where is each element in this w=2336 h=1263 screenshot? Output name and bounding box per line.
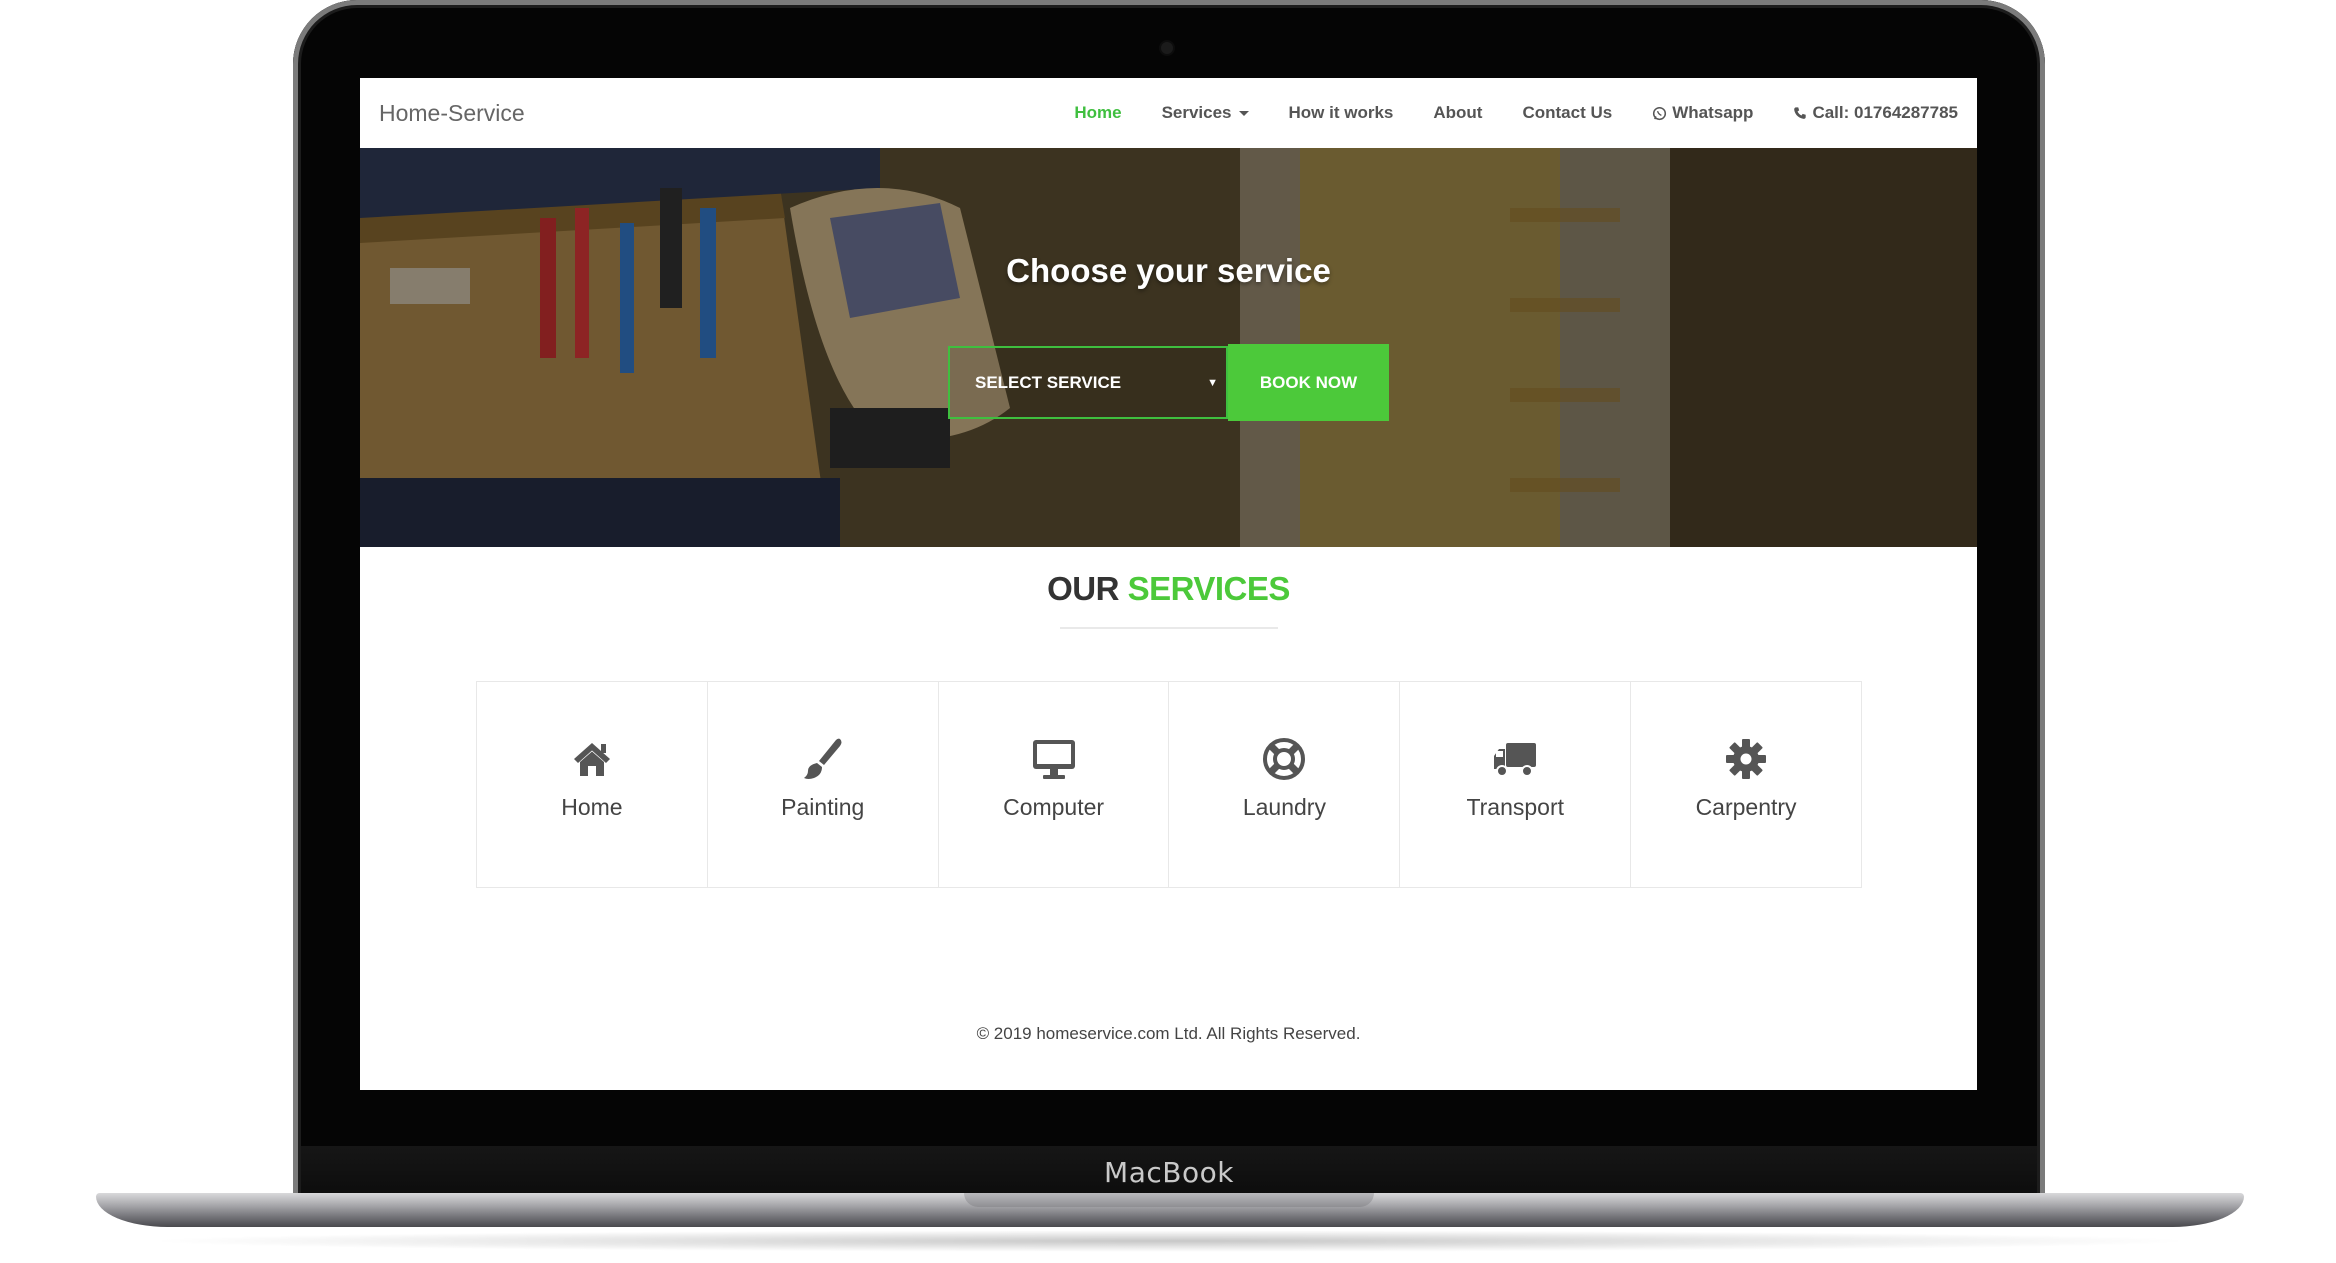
phone-icon: [1793, 106, 1807, 120]
service-label: Carpentry: [1695, 794, 1797, 820]
whatsapp-icon: [1652, 106, 1667, 121]
home-icon: [572, 736, 612, 782]
service-label: Laundry: [1242, 794, 1326, 820]
nav-link-label: About: [1433, 103, 1483, 122]
service-card-painting[interactable]: Painting: [708, 682, 939, 887]
book-now-button[interactable]: BOOK NOW: [1228, 344, 1389, 421]
service-card-home[interactable]: Home: [477, 682, 708, 887]
caret-down-icon: [1238, 110, 1249, 116]
nav-link-how-it-works[interactable]: How it works: [1289, 78, 1394, 148]
site-logo[interactable]: Home-Service: [379, 78, 525, 148]
nav-link-home[interactable]: Home: [1074, 78, 1121, 148]
nav-link-label: Services: [1161, 103, 1232, 122]
laptop-brand-label: MacBook: [1104, 1156, 1234, 1189]
service-select[interactable]: SELECT SERVICE ▼: [948, 346, 1228, 419]
service-label: Transport: [1466, 794, 1565, 820]
hero-banner: Choose your service SELECT SERVICE ▼ BOO…: [360, 148, 1977, 547]
caret-down-icon: ▼: [1207, 376, 1218, 389]
gear-icon: [1725, 736, 1767, 782]
service-card-carpentry[interactable]: Carpentry: [1631, 682, 1861, 887]
service-card-transport[interactable]: Transport: [1400, 682, 1632, 887]
nav-link-about[interactable]: About: [1433, 78, 1482, 148]
nav-link-whatsapp[interactable]: Whatsapp: [1652, 78, 1753, 148]
service-card-computer[interactable]: Computer: [939, 682, 1170, 887]
desktop-icon: [1031, 736, 1077, 782]
nav-link-contact-us[interactable]: Contact Us: [1522, 78, 1612, 148]
services-heading-dark: OUR: [1047, 570, 1119, 607]
life-ring-icon: [1262, 736, 1306, 782]
services-heading: OUR SERVICES: [360, 570, 1977, 608]
laptop-notch: [964, 1193, 1374, 1207]
service-label: Home: [561, 794, 623, 820]
nav-links: Home Services How it works About Contact…: [1034, 78, 1958, 148]
service-card-laundry[interactable]: Laundry: [1169, 682, 1401, 887]
navbar: Home-Service Home Services How it works …: [360, 78, 1977, 149]
footer-copyright: © 2019 homeservice.com Ltd. All Rights R…: [976, 1024, 1361, 1043]
paint-brush-icon: [802, 736, 844, 782]
hero-title: Choose your service: [1006, 252, 1331, 289]
laptop-shadow: [140, 1230, 2200, 1252]
services-grid: Home Painting Computer Laundry Transport…: [476, 681, 1862, 888]
heading-divider: [1060, 627, 1278, 629]
nav-link-label: Whatsapp: [1672, 103, 1754, 122]
nav-link-label: How it works: [1288, 103, 1394, 122]
browser-screen: Home-Service Home Services How it works …: [360, 78, 1977, 1090]
services-heading-accent: SERVICES: [1127, 570, 1291, 607]
nav-link-label: Contact Us: [1522, 103, 1613, 122]
service-select-value: SELECT SERVICE: [975, 372, 1122, 392]
service-label: Computer: [1003, 794, 1105, 820]
nav-link-label: Call: 01764287785: [1812, 103, 1958, 122]
booking-form: SELECT SERVICE ▼ BOOK NOW: [948, 344, 1389, 421]
camera-icon: [1161, 42, 1173, 54]
service-label: Painting: [781, 794, 865, 820]
truck-icon: [1492, 736, 1538, 782]
nav-link-services[interactable]: Services: [1162, 78, 1249, 148]
nav-link-label: Home: [1074, 103, 1122, 122]
nav-link-call[interactable]: Call: 01764287785: [1793, 78, 1958, 148]
